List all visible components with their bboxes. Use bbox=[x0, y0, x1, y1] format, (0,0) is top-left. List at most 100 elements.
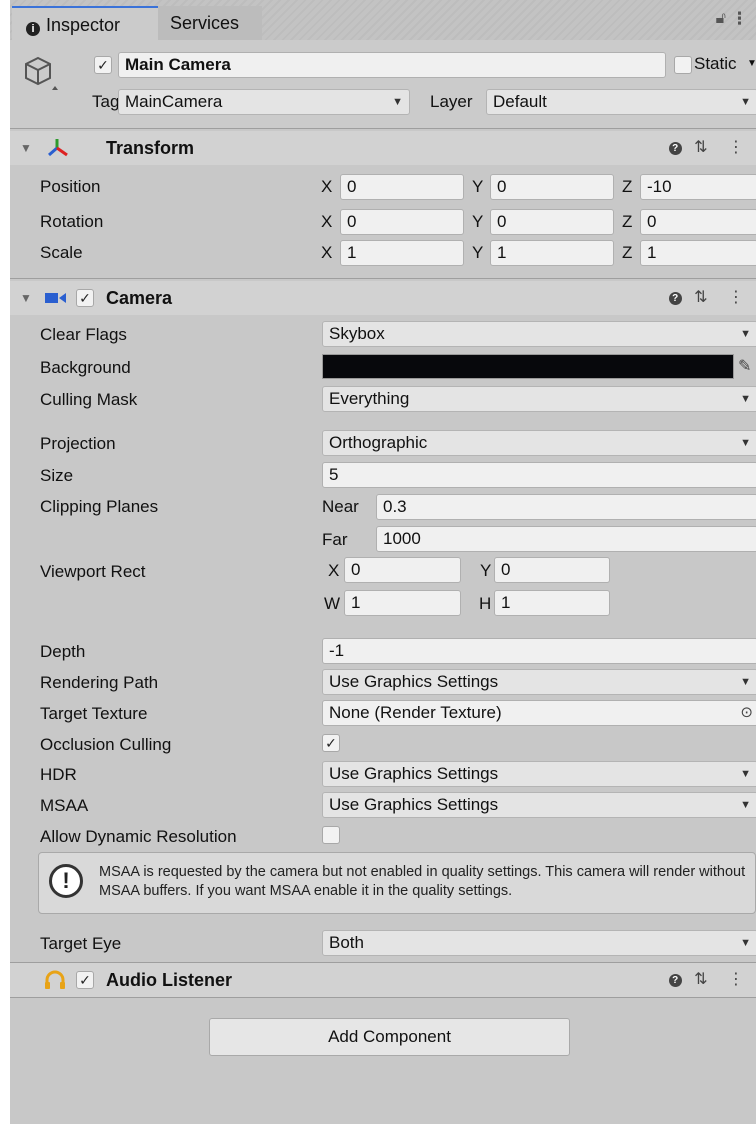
axis-z-label[interactable]: Z bbox=[622, 212, 632, 232]
eyedropper-icon[interactable]: ✎ bbox=[738, 356, 751, 376]
background-color-field[interactable] bbox=[322, 354, 734, 379]
tab-inspector-label: Inspector bbox=[46, 15, 121, 35]
active-checkbox[interactable]: ✓ bbox=[94, 56, 112, 74]
hdr-dropdown[interactable]: Use Graphics Settings ▼ bbox=[322, 761, 756, 787]
position-y-input[interactable]: 0 bbox=[490, 174, 614, 200]
rendering-path-value: Use Graphics Settings bbox=[329, 672, 499, 691]
kebab-menu-icon[interactable]: ⋮ bbox=[728, 289, 752, 306]
axis-z-label[interactable]: Z bbox=[622, 177, 632, 197]
axis-x-label[interactable]: X bbox=[321, 243, 332, 263]
kebab-menu-icon[interactable]: ⋮ bbox=[731, 9, 748, 29]
tab-services[interactable]: Services bbox=[158, 6, 262, 40]
projection-dropdown[interactable]: Orthographic ▼ bbox=[322, 430, 756, 456]
rotation-x-input[interactable]: 0 bbox=[340, 209, 464, 235]
audio-listener-enabled-checkbox[interactable]: ✓ bbox=[76, 971, 94, 989]
presets-icon[interactable]: ⇅ bbox=[694, 139, 715, 156]
axis-x-label[interactable]: X bbox=[321, 212, 332, 232]
tab-bar: i Inspector Services 🔓︎ ⋮ bbox=[10, 0, 756, 40]
near-label[interactable]: Near bbox=[322, 497, 359, 517]
chevron-down-icon: ▼ bbox=[740, 676, 751, 688]
component-header-icons: ? ⇅ ⋮ bbox=[668, 969, 752, 989]
object-name-input[interactable]: Main Camera bbox=[118, 52, 666, 78]
axis-y-label[interactable]: Y bbox=[472, 177, 483, 197]
msaa-dropdown[interactable]: Use Graphics Settings ▼ bbox=[322, 792, 756, 818]
allow-dynamic-resolution-checkbox[interactable] bbox=[322, 826, 340, 844]
occlusion-culling-checkbox[interactable]: ✓ bbox=[322, 734, 340, 752]
divider bbox=[10, 997, 756, 998]
static-checkbox[interactable] bbox=[674, 56, 692, 74]
rendering-path-label: Rendering Path bbox=[40, 673, 159, 692]
axis-y-label[interactable]: Y bbox=[472, 243, 483, 263]
help-icon[interactable]: ? bbox=[668, 292, 682, 305]
tab-services-label: Services bbox=[170, 13, 240, 33]
culling-mask-label: Culling Mask bbox=[40, 390, 138, 409]
presets-icon[interactable]: ⇅ bbox=[694, 971, 715, 988]
tag-dropdown[interactable]: MainCamera ▼ bbox=[118, 89, 410, 115]
viewport-y-label[interactable]: Y bbox=[480, 561, 491, 581]
viewport-y-input[interactable]: 0 bbox=[494, 557, 610, 583]
foldout-arrow-icon[interactable]: ▼ bbox=[20, 141, 32, 155]
presets-icon[interactable]: ⇅ bbox=[694, 289, 715, 306]
static-dropdown-icon[interactable]: ▼ bbox=[747, 58, 756, 69]
msaa-label: MSAA bbox=[40, 796, 89, 815]
static-label: Static bbox=[694, 54, 737, 73]
depth-label: Depth bbox=[40, 642, 86, 661]
far-label[interactable]: Far bbox=[322, 530, 348, 550]
size-label: Size bbox=[40, 466, 74, 485]
tab-inspector[interactable]: i Inspector bbox=[12, 6, 158, 40]
axis-y-label[interactable]: Y bbox=[472, 212, 483, 232]
target-texture-field[interactable]: None (Render Texture) ⊙ bbox=[322, 700, 756, 726]
add-component-button[interactable]: Add Component bbox=[209, 1018, 570, 1056]
scale-z-input[interactable]: 1 bbox=[640, 240, 756, 266]
lock-icon[interactable]: 🔓︎ bbox=[716, 10, 726, 28]
depth-input[interactable]: -1 bbox=[322, 638, 756, 664]
camera-enabled-checkbox[interactable]: ✓ bbox=[76, 289, 94, 307]
target-eye-dropdown[interactable]: Both ▼ bbox=[322, 930, 756, 956]
camera-header[interactable]: ▼ ✓ Camera ? ⇅ ⋮ bbox=[10, 281, 756, 315]
far-input[interactable]: 1000 bbox=[376, 526, 756, 552]
position-z-input[interactable]: -10 bbox=[640, 174, 756, 200]
target-eye-value: Both bbox=[329, 933, 364, 952]
viewport-h-label[interactable]: H bbox=[479, 594, 491, 614]
foldout-arrow-icon[interactable]: ▼ bbox=[20, 291, 32, 305]
rotation-label: Rotation bbox=[40, 212, 104, 231]
layer-dropdown[interactable]: Default ▼ bbox=[486, 89, 756, 115]
viewport-x-label[interactable]: X bbox=[328, 561, 339, 581]
help-icon[interactable]: ? bbox=[668, 974, 682, 987]
size-input[interactable]: 5 bbox=[322, 462, 756, 488]
chevron-down-icon: ▼ bbox=[740, 768, 751, 780]
audio-listener-header[interactable]: ✓ Audio Listener ? ⇅ ⋮ bbox=[10, 963, 756, 997]
viewport-x-input[interactable]: 0 bbox=[344, 557, 461, 583]
rotation-z-input[interactable]: 0 bbox=[640, 209, 756, 235]
viewport-h-input[interactable]: 1 bbox=[494, 590, 610, 616]
gameobject-cube-icon[interactable] bbox=[20, 52, 60, 92]
rendering-path-dropdown[interactable]: Use Graphics Settings ▼ bbox=[322, 669, 756, 695]
transform-header[interactable]: ▼ Transform ? ⇅ ⋮ bbox=[10, 131, 756, 165]
viewport-w-input[interactable]: 1 bbox=[344, 590, 461, 616]
camera-icon bbox=[45, 293, 66, 303]
scale-y-input[interactable]: 1 bbox=[490, 240, 614, 266]
component-header-icons: ? ⇅ ⋮ bbox=[668, 287, 752, 307]
axis-x-label[interactable]: X bbox=[321, 177, 332, 197]
clear-flags-dropdown[interactable]: Skybox ▼ bbox=[322, 321, 756, 347]
position-x-input[interactable]: 0 bbox=[340, 174, 464, 200]
scale-x-input[interactable]: 1 bbox=[340, 240, 464, 266]
rotation-y-input[interactable]: 0 bbox=[490, 209, 614, 235]
culling-mask-value: Everything bbox=[329, 389, 410, 408]
kebab-menu-icon[interactable]: ⋮ bbox=[728, 139, 752, 156]
chevron-down-icon: ▼ bbox=[392, 96, 403, 108]
near-input[interactable]: 0.3 bbox=[376, 494, 756, 520]
culling-mask-dropdown[interactable]: Everything ▼ bbox=[322, 386, 756, 412]
viewport-w-label[interactable]: W bbox=[324, 594, 340, 614]
msaa-value: Use Graphics Settings bbox=[329, 795, 499, 814]
viewport-rect-label: Viewport Rect bbox=[40, 562, 146, 581]
hdr-value: Use Graphics Settings bbox=[329, 764, 499, 783]
kebab-menu-icon[interactable]: ⋮ bbox=[728, 971, 752, 988]
component-header-icons: ? ⇅ ⋮ bbox=[668, 137, 752, 157]
axis-z-label[interactable]: Z bbox=[622, 243, 632, 263]
transform-title: Transform bbox=[106, 138, 195, 158]
position-label: Position bbox=[40, 177, 101, 196]
object-picker-icon[interactable]: ⊙ bbox=[740, 701, 753, 725]
help-icon[interactable]: ? bbox=[668, 142, 682, 155]
tag-label: Tag bbox=[92, 92, 120, 111]
